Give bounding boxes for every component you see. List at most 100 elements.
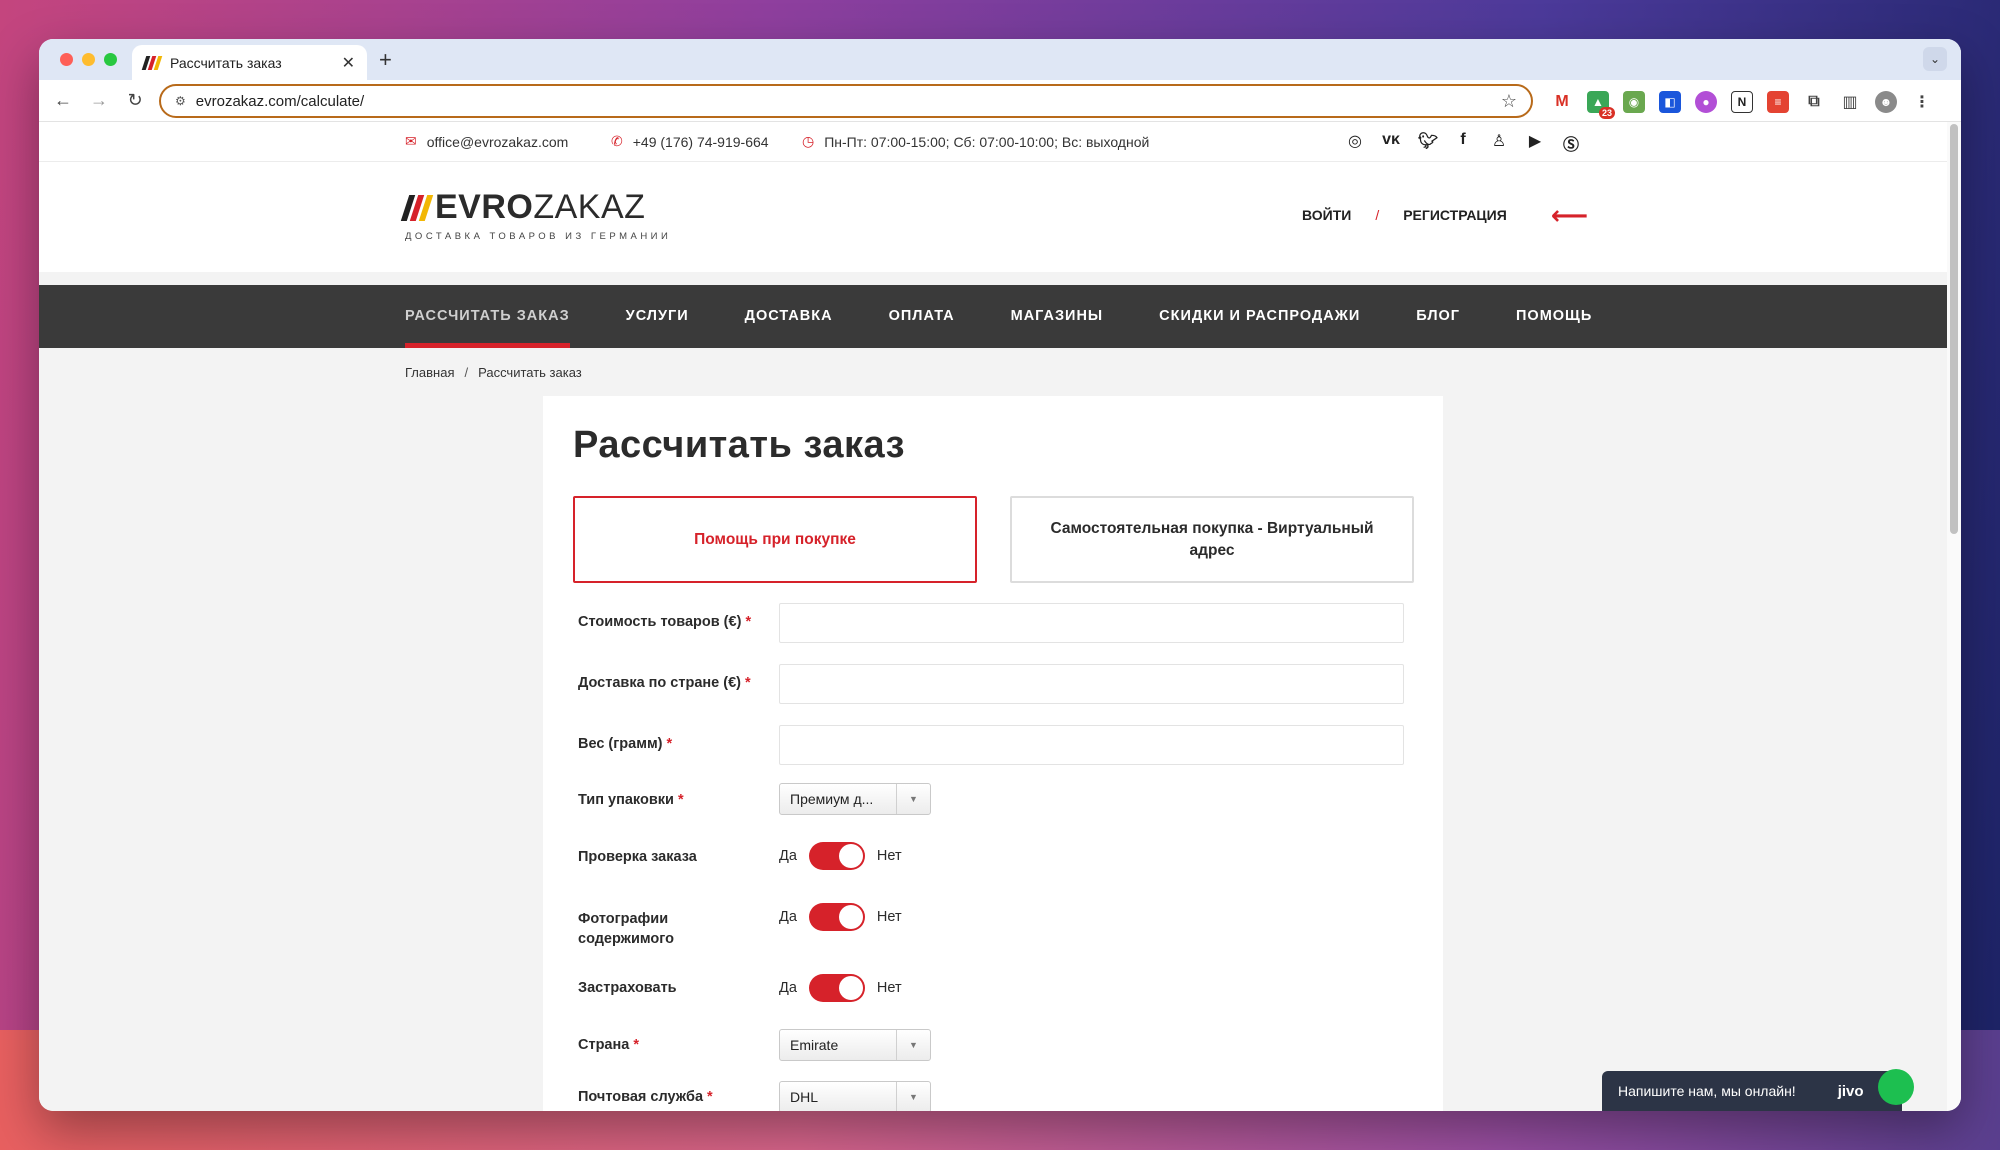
chat-widget[interactable]: Напишите нам, мы онлайн! jivo [1602, 1069, 1914, 1111]
login-link[interactable]: ВОЙТИ [1302, 207, 1351, 223]
url-text: evrozakaz.com/calculate/ [195, 92, 365, 110]
bookmark-star-icon[interactable]: ☆ [1501, 91, 1517, 112]
online-indicator-icon [1878, 1069, 1914, 1105]
back-arrow-icon[interactable]: ← [45, 90, 81, 111]
extension-badge-icon[interactable]: ▲ 23 [1587, 91, 1615, 119]
switch-knob [838, 905, 863, 929]
twitter-icon[interactable]: 🐦︎ [1418, 131, 1438, 155]
reload-icon[interactable]: ↻ [117, 90, 153, 111]
page-scrollbar[interactable] [1947, 122, 1961, 1111]
site-logo[interactable]: EVROZAKAZ ДОСТАВКА ТОВАРОВ ИЗ ГЕРМАНИИ [400, 188, 672, 242]
email-text: office@evrozakaz.com [426, 133, 569, 150]
auth-separator: / [1375, 207, 1380, 223]
web-page: ✉ office@evrozakaz.com ✆ +49 (176) 74-91… [39, 122, 1947, 1111]
close-window-button[interactable] [60, 53, 73, 66]
extension-green-icon[interactable]: ◉ [1623, 91, 1645, 113]
toggle-yes-label: Да [779, 909, 797, 925]
switch-knob [838, 844, 863, 868]
vk-icon[interactable]: ᴠᴋ [1382, 131, 1400, 155]
notion-extension-icon[interactable]: N [1731, 91, 1753, 113]
minimize-window-button[interactable] [82, 53, 95, 66]
forward-arrow-icon[interactable]: → [81, 90, 117, 111]
goods-cost-input[interactable] [779, 603, 1404, 643]
working-hours: ◷ Пн-Пт: 07:00-15:00; Сб: 07:00-10:00; В… [802, 133, 1149, 150]
nav-sales[interactable]: СКИДКИ И РАСПРОДАЖИ [1159, 285, 1360, 348]
nav-blog[interactable]: БЛОГ [1416, 285, 1460, 348]
instagram-icon[interactable]: ◎ [1346, 131, 1364, 155]
social-links: ◎ ᴠᴋ 🐦︎ f ♙ ▶ Ⓢ [1346, 131, 1580, 155]
country-label: Страна * [578, 1037, 640, 1053]
toggle-no-label: Нет [876, 848, 902, 864]
insure-label: Застраховать [578, 980, 677, 996]
browser-tab[interactable]: Рассчитать заказ ✕ [132, 45, 367, 80]
contact-email[interactable]: ✉ office@evrozakaz.com [405, 133, 568, 150]
nav-shops[interactable]: МАГАЗИНЫ [1011, 285, 1104, 348]
extensions-puzzle-icon[interactable]: ⧉ [1803, 91, 1825, 113]
gmail-extension-icon[interactable]: M [1551, 91, 1573, 113]
nav-calculate-order[interactable]: РАССЧИТАТЬ ЗАКАЗ [405, 285, 570, 348]
window-controls [60, 53, 117, 66]
logo-bold-text: EVRO [435, 188, 534, 226]
toggle-yes-label: Да [779, 848, 797, 864]
package-type-select[interactable]: Премиум д... ▼ [779, 783, 931, 815]
extension-purple-icon[interactable]: ● [1695, 91, 1717, 113]
postal-service-value: DHL [790, 1089, 819, 1105]
nav-help[interactable]: ПОМОЩЬ [1516, 285, 1592, 348]
site-favicon-icon [141, 55, 163, 70]
scrollbar-thumb[interactable] [1950, 124, 1958, 534]
logo-tagline: ДОСТАВКА ТОВАРОВ ИЗ ГЕРМАНИИ [405, 231, 672, 242]
extensions-bar: M ▲ 23 ◉ ◧ ● N ≡ ⧉ ▥ ☻ ⋮ [1551, 91, 1933, 119]
browser-menu-icon[interactable]: ⋮ [1911, 91, 1933, 113]
domestic-delivery-input[interactable] [779, 664, 1404, 704]
site-settings-icon[interactable]: ⚙ [175, 94, 186, 108]
breadcrumb-home[interactable]: Главная [405, 365, 454, 380]
check-order-label: Проверка заказа [578, 849, 697, 865]
close-tab-icon[interactable]: ✕ [342, 53, 355, 73]
postal-service-select[interactable]: DHL ▼ [779, 1081, 931, 1111]
new-tab-button[interactable]: + [379, 47, 392, 73]
breadcrumb: Главная / Рассчитать заказ [405, 365, 582, 380]
youtube-icon[interactable]: ▶ [1526, 131, 1544, 155]
maximize-window-button[interactable] [104, 53, 117, 66]
photos-switch[interactable] [808, 903, 865, 931]
tab-search-button[interactable]: ⌄ [1923, 47, 1947, 71]
contact-bar: ✉ office@evrozakaz.com ✆ +49 (176) 74-91… [39, 122, 1947, 162]
extension-blue-icon[interactable]: ◧ [1659, 91, 1681, 113]
todoist-extension-icon[interactable]: ≡ [1767, 91, 1789, 113]
self-purchase-option[interactable]: Самостоятельная покупка - Виртуальный ад… [1010, 496, 1414, 583]
check-order-switch[interactable] [808, 842, 865, 870]
goods-cost-label: Стоимость товаров (€) * [578, 614, 752, 630]
calculator-card: Рассчитать заказ Помощь при покупке Само… [543, 396, 1443, 1111]
nav-payment[interactable]: ОПЛАТА [889, 285, 955, 348]
site-header: EVROZAKAZ ДОСТАВКА ТОВАРОВ ИЗ ГЕРМАНИИ В… [39, 162, 1947, 272]
photos-toggle-row: Да Нет [779, 903, 902, 931]
profile-avatar[interactable]: ☻ [1875, 91, 1897, 113]
main-navigation: РАССЧИТАТЬ ЗАКАЗ УСЛУГИ ДОСТАВКА ОПЛАТА … [39, 285, 1947, 348]
purchase-help-option[interactable]: Помощь при покупке [573, 496, 977, 583]
arrow-left-icon: ⟵ [1550, 200, 1589, 230]
skype-icon[interactable]: Ⓢ [1562, 131, 1580, 155]
country-select[interactable]: Emirate ▼ [779, 1029, 931, 1061]
nav-services[interactable]: УСЛУГИ [626, 285, 689, 348]
mail-icon: ✉ [405, 133, 417, 149]
address-bar[interactable]: ⚙ evrozakaz.com/calculate/ ☆ [159, 84, 1533, 118]
package-type-label: Тип упаковки * [578, 792, 684, 808]
nav-delivery[interactable]: ДОСТАВКА [745, 285, 833, 348]
side-panel-icon[interactable]: ▥ [1839, 91, 1861, 113]
package-type-value: Премиум д... [790, 791, 874, 807]
weight-input[interactable] [779, 725, 1404, 765]
contact-phone[interactable]: ✆ +49 (176) 74-919-664 [611, 133, 769, 150]
extension-badge-count: 23 [1598, 107, 1615, 119]
odnoklassniki-icon[interactable]: ♙ [1490, 131, 1508, 155]
chevron-down-icon: ▼ [896, 784, 930, 814]
register-link[interactable]: РЕГИСТРАЦИЯ [1403, 207, 1507, 223]
facebook-icon[interactable]: f [1454, 131, 1472, 155]
clock-icon: ◷ [802, 133, 815, 149]
auth-links: ВОЙТИ / РЕГИСТРАЦИЯ ⟵ [1302, 200, 1589, 230]
logo-stripes-icon [400, 194, 434, 221]
weight-label: Вес (грамм) * [578, 736, 673, 752]
insure-switch[interactable] [808, 974, 865, 1002]
hours-text: Пн-Пт: 07:00-15:00; Сб: 07:00-10:00; Вс:… [824, 133, 1150, 150]
chevron-down-icon: ▼ [896, 1082, 930, 1111]
logo-light-text: ZAKAZ [533, 188, 646, 226]
